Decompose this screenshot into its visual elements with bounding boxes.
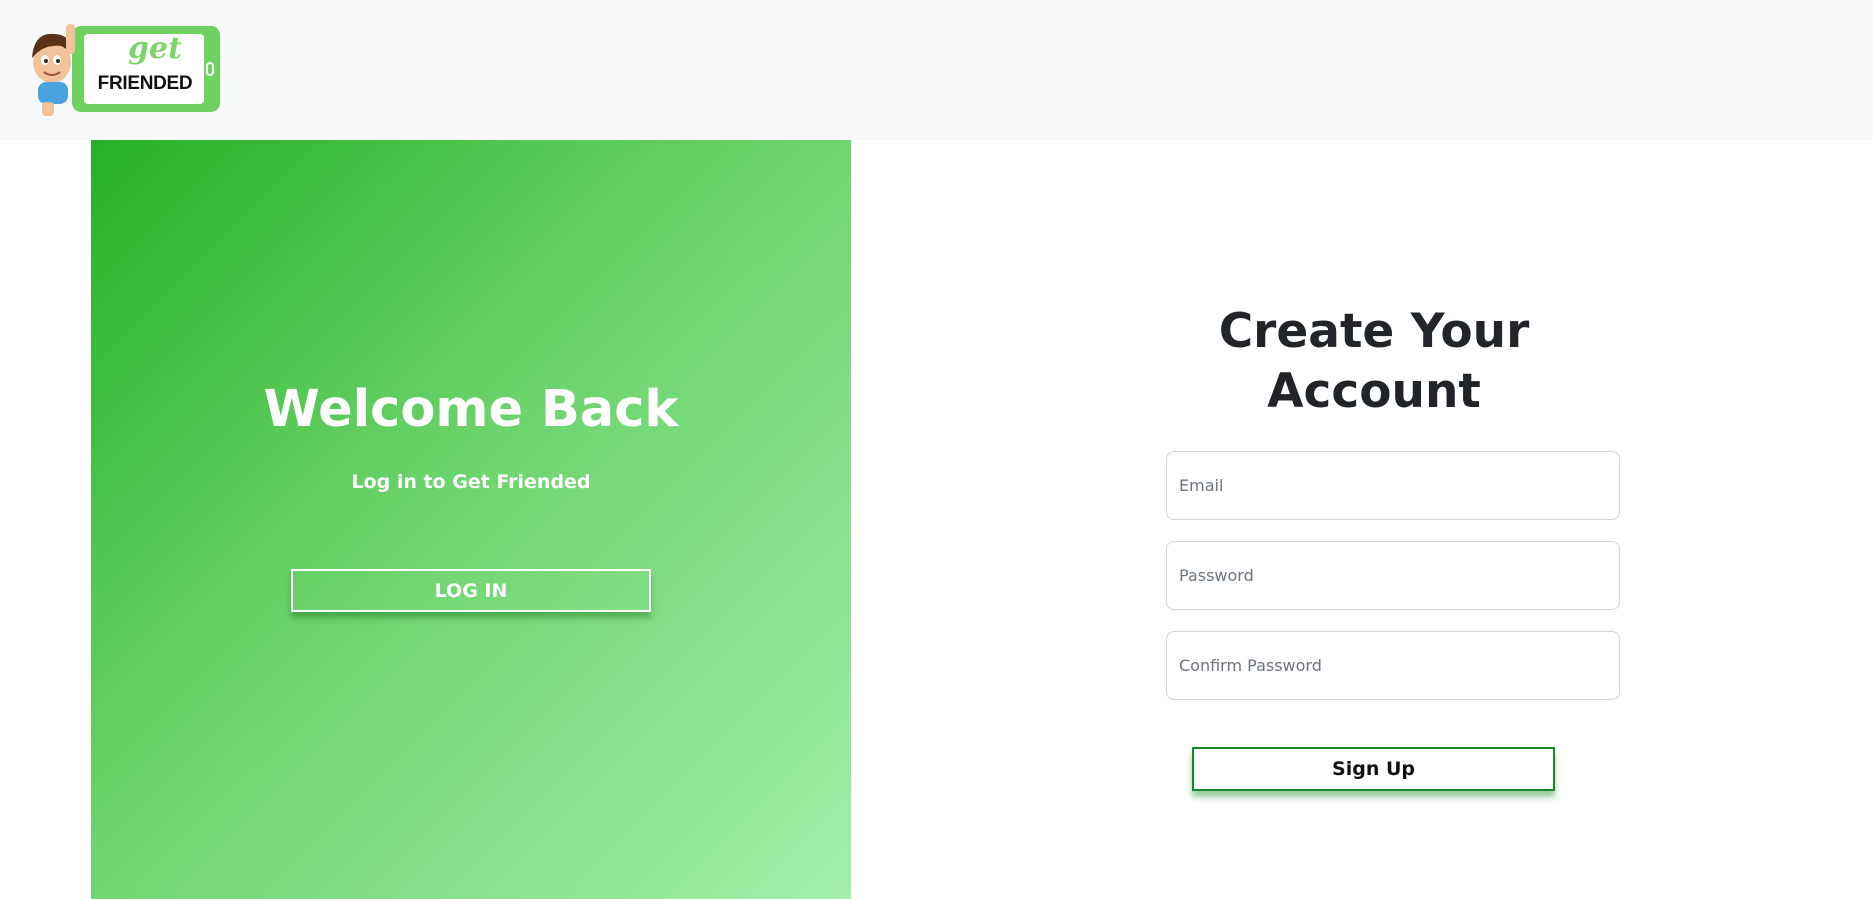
logo-friended-text: FRIENDED: [97, 73, 193, 94]
signup-title: Create Your Account: [1218, 304, 1530, 419]
email-field[interactable]: [1166, 451, 1620, 520]
welcome-subtitle: Log in to Get Friended: [351, 471, 591, 493]
logo-get-text: get: [128, 31, 182, 66]
top-navbar: get FRIENDED: [0, 0, 1873, 140]
confirm-password-field[interactable]: [1166, 631, 1620, 700]
login-button[interactable]: LOG IN: [291, 569, 651, 612]
signup-button[interactable]: Sign Up: [1192, 747, 1555, 791]
password-field[interactable]: [1166, 541, 1620, 610]
welcome-back-panel: Welcome Back Log in to Get Friended LOG …: [91, 140, 851, 899]
cartoon-boy-icon: [32, 24, 75, 116]
welcome-title: Welcome Back: [263, 380, 679, 439]
get-friended-logo[interactable]: get FRIENDED: [26, 20, 226, 120]
